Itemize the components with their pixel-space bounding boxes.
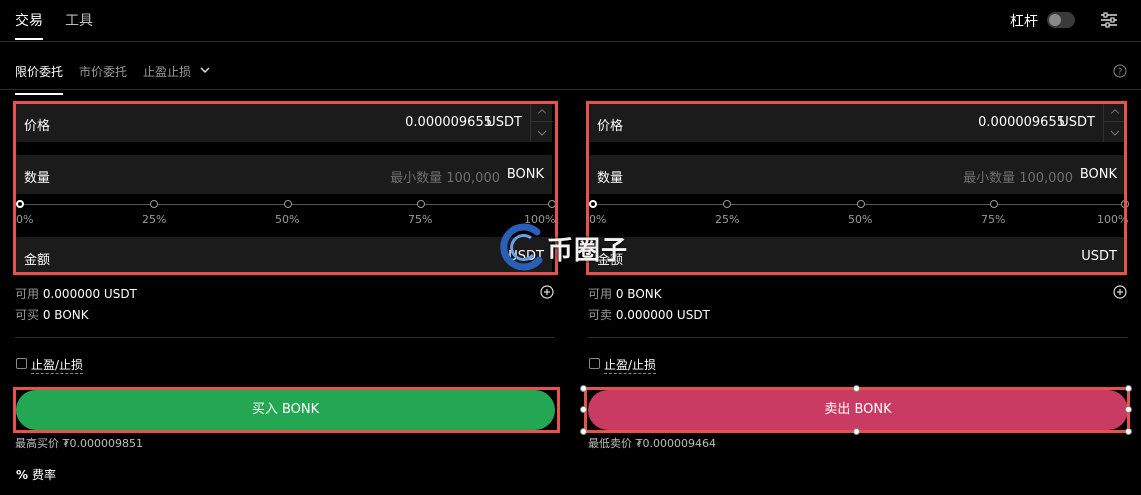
order-type-tabs: 限价委托 市价委托 止盈止损 ? bbox=[0, 42, 1141, 95]
chevron-up-icon[interactable] bbox=[1104, 103, 1126, 122]
buy-quantity-unit: BONK bbox=[506, 167, 544, 182]
selection-handle[interactable] bbox=[580, 385, 587, 392]
slider-label: 100% bbox=[1097, 213, 1129, 226]
buy-price-value: 0.000009655 bbox=[405, 115, 492, 130]
sell-tpsl-label[interactable]: 止盈/止损 bbox=[604, 356, 657, 374]
slider-stop[interactable] bbox=[1121, 200, 1129, 208]
watermark: 币圈子 bbox=[497, 222, 647, 272]
watermark-text: 币圈子 bbox=[547, 236, 629, 266]
chevron-down-icon[interactable] bbox=[200, 66, 210, 74]
divider bbox=[588, 337, 1128, 338]
sell-price-unit: USDT bbox=[1059, 115, 1095, 130]
top-bar: 交易 工具 杠杆 bbox=[0, 0, 1141, 42]
plus-circle-icon[interactable] bbox=[1113, 285, 1127, 299]
sell-max-sell: 可卖 0.000000 USDT bbox=[588, 308, 710, 322]
slider-stop[interactable] bbox=[284, 200, 292, 208]
sell-quantity-label: 数量 bbox=[597, 171, 624, 186]
svg-text:?: ? bbox=[1118, 68, 1123, 78]
slider-label: 25% bbox=[715, 213, 740, 226]
slider-label: 25% bbox=[142, 213, 167, 226]
slider-label: 75% bbox=[981, 213, 1006, 226]
buy-tpsl-checkbox[interactable] bbox=[16, 358, 27, 369]
sliders-icon[interactable] bbox=[1100, 11, 1118, 29]
fee-rate[interactable]: % 费率 bbox=[16, 466, 56, 483]
sell-panel: 价格 0.000009655 USDT 数量 最小数量 100,000 BONK… bbox=[586, 101, 1131, 276]
watermark-logo-icon bbox=[500, 223, 543, 271]
sell-quantity-unit: BONK bbox=[1079, 167, 1117, 182]
percent-icon: % bbox=[16, 468, 29, 482]
slider-label: 50% bbox=[275, 213, 300, 226]
buy-tpsl-label[interactable]: 止盈/止损 bbox=[31, 356, 84, 374]
selection-handle[interactable] bbox=[853, 385, 860, 392]
leverage-toggle[interactable] bbox=[1047, 12, 1075, 28]
tab-tools[interactable]: 工具 bbox=[65, 10, 93, 30]
plus-circle-icon[interactable] bbox=[540, 285, 554, 299]
slider-label: 0% bbox=[16, 213, 34, 226]
buy-price-label: 价格 bbox=[24, 119, 51, 134]
buy-price-unit: USDT bbox=[486, 115, 522, 130]
selection-handle[interactable] bbox=[580, 428, 587, 435]
slider-stop[interactable] bbox=[417, 200, 425, 208]
selection-handle[interactable] bbox=[580, 406, 587, 413]
sell-price-stepper bbox=[1103, 103, 1126, 142]
sell-price-value: 0.000009655 bbox=[978, 115, 1065, 130]
buy-price-input[interactable]: 价格 0.000009655 USDT bbox=[16, 103, 553, 142]
sell-amount-unit: USDT bbox=[1081, 249, 1117, 264]
selection-handle[interactable] bbox=[1125, 428, 1132, 435]
slider-handle[interactable] bbox=[589, 200, 597, 208]
buy-quantity-input[interactable]: 数量 最小数量 100,000 BONK bbox=[16, 155, 552, 194]
selection-handle[interactable] bbox=[1125, 406, 1132, 413]
chevron-up-icon[interactable] bbox=[531, 103, 553, 122]
buy-percent-slider[interactable]: 0% 25% 50% 75% 100% bbox=[16, 200, 556, 232]
slider-label: 75% bbox=[408, 213, 433, 226]
tab-limit-order[interactable]: 限价委托 bbox=[15, 63, 64, 95]
slider-stop[interactable] bbox=[990, 200, 998, 208]
sell-tpsl-checkbox[interactable] bbox=[589, 358, 600, 369]
selection-handle[interactable] bbox=[853, 428, 860, 435]
leverage-label: 杠杆 bbox=[1010, 14, 1038, 30]
sell-price-input[interactable]: 价格 0.000009655 USDT bbox=[589, 103, 1126, 142]
slider-stop[interactable] bbox=[548, 200, 556, 208]
tab-trade[interactable]: 交易 bbox=[15, 10, 43, 40]
chevron-down-icon[interactable] bbox=[1104, 123, 1126, 142]
sell-quantity-placeholder: 最小数量 100,000 bbox=[963, 171, 1073, 186]
divider bbox=[15, 337, 555, 338]
buy-price-stepper bbox=[530, 103, 553, 142]
sell-quantity-input[interactable]: 数量 最小数量 100,000 BONK bbox=[589, 155, 1125, 194]
sell-available: 可用 0 BONK bbox=[588, 287, 662, 301]
sell-button[interactable]: 卖出 BONK bbox=[588, 390, 1128, 430]
sell-price-label: 价格 bbox=[597, 119, 624, 134]
chevron-down-icon[interactable] bbox=[531, 123, 553, 142]
slider-label: 50% bbox=[848, 213, 873, 226]
buy-quantity-label: 数量 bbox=[24, 171, 51, 186]
tab-tpsl-order[interactable]: 止盈止损 bbox=[143, 63, 191, 80]
buy-price-note: 最高买价 ₮0.000009851 bbox=[15, 437, 143, 450]
buy-amount-input[interactable]: 金额 USDT bbox=[16, 237, 552, 276]
selection-handle[interactable] bbox=[1125, 385, 1132, 392]
buy-panel: 价格 0.000009655 USDT 数量 最小数量 100,000 BONK… bbox=[13, 101, 558, 276]
slider-stop[interactable] bbox=[857, 200, 865, 208]
sell-price-note: 最低卖价 ₮0.000009464 bbox=[588, 437, 716, 450]
slider-stop[interactable] bbox=[723, 200, 731, 208]
buy-button[interactable]: 买入 BONK bbox=[16, 390, 555, 430]
buy-available: 可用 0.000000 USDT bbox=[15, 287, 137, 301]
help-icon[interactable]: ? bbox=[1113, 64, 1127, 78]
tab-market-order[interactable]: 市价委托 bbox=[79, 63, 127, 80]
buy-max-buy: 可买 0 BONK bbox=[15, 308, 89, 322]
buy-quantity-placeholder: 最小数量 100,000 bbox=[390, 171, 500, 186]
fee-label: 费率 bbox=[32, 468, 57, 482]
sell-amount-input[interactable]: 金额 USDT bbox=[589, 237, 1125, 276]
slider-stop[interactable] bbox=[150, 200, 158, 208]
sell-percent-slider[interactable]: 0% 25% 50% 75% 100% bbox=[589, 200, 1129, 232]
slider-handle[interactable] bbox=[16, 200, 24, 208]
toggle-knob bbox=[1049, 14, 1061, 26]
buy-amount-label: 金额 bbox=[24, 253, 51, 268]
